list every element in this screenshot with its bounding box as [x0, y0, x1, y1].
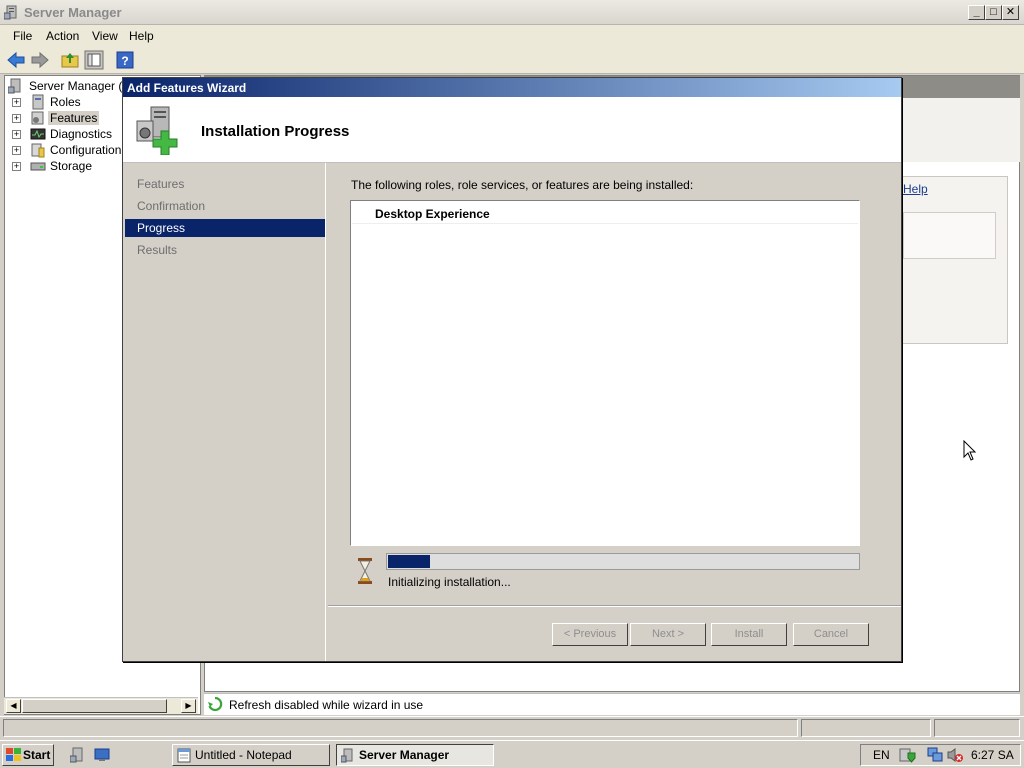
mouse-cursor-icon	[963, 440, 977, 461]
dialog-title[interactable]: Add Features Wizard	[123, 78, 901, 97]
toolbar: ?	[0, 47, 1024, 74]
configuration-icon	[31, 143, 45, 158]
back-arrow-icon[interactable]	[6, 50, 26, 70]
scroll-left-icon[interactable]: ◀	[6, 699, 21, 713]
maximize-button[interactable]: □	[985, 5, 1002, 20]
tree-item-label: Configuration	[50, 143, 122, 157]
install-progress-bar	[386, 553, 860, 570]
storage-icon	[30, 162, 46, 171]
menu-view[interactable]: View	[92, 29, 118, 43]
hourglass-icon	[358, 558, 372, 584]
nav-item-progress[interactable]: Progress	[125, 219, 325, 237]
wizard-nav: Features Confirmation Progress Results	[123, 163, 326, 661]
menu-bar: File Action View Help	[0, 25, 1024, 47]
server-manager-icon	[341, 748, 353, 763]
start-label: Start	[23, 748, 51, 762]
minimize-button[interactable]: _	[968, 5, 985, 20]
show-hide-tree-icon[interactable]	[84, 50, 104, 70]
close-button[interactable]: ✕	[1002, 5, 1019, 20]
wizard-server-icon	[136, 106, 178, 155]
previous-button[interactable]: < Previous	[552, 623, 628, 646]
tree-root-label: Server Manager (W	[29, 79, 134, 93]
dialog-header: Installation Progress	[123, 97, 901, 163]
windows-logo-icon	[6, 748, 21, 761]
scroll-right-icon[interactable]: ▶	[181, 699, 196, 713]
server-icon	[8, 78, 21, 94]
server-manager-icon	[4, 5, 17, 20]
refresh-status-text: Refresh disabled while wizard in use	[229, 698, 424, 712]
svg-text:?: ?	[121, 54, 128, 68]
help-link[interactable]: Help	[903, 182, 928, 196]
taskbar-item-server-manager[interactable]: Server Manager	[336, 744, 494, 766]
next-button[interactable]: Next >	[630, 623, 706, 646]
menu-action[interactable]: Action	[46, 29, 79, 43]
tree-item-label: Roles	[50, 95, 81, 109]
network-icon[interactable]	[927, 747, 944, 763]
language-indicator[interactable]: EN	[873, 748, 890, 762]
security-shield-icon[interactable]	[899, 747, 916, 763]
features-list[interactable]: Desktop Experience	[350, 200, 860, 546]
taskbar: Start Untitled - Notepad Server Manager …	[0, 740, 1024, 768]
quick-launch-desktop-icon[interactable]	[94, 747, 110, 763]
window-titlebar[interactable]: Server Manager _ □ ✕	[0, 0, 1024, 25]
quick-launch-server-manager-icon[interactable]	[70, 747, 86, 763]
progress-fill	[388, 555, 430, 568]
menu-help[interactable]: Help	[129, 29, 154, 43]
roles-icon	[32, 94, 44, 110]
expand-icon[interactable]: +	[12, 130, 21, 139]
up-folder-icon[interactable]	[60, 50, 80, 70]
help-icon[interactable]: ?	[115, 50, 135, 70]
page-title: Installation Progress	[201, 123, 350, 140]
scroll-thumb[interactable]	[22, 699, 167, 713]
tree-horizontal-scrollbar[interactable]: ◀ ▶	[4, 697, 198, 714]
cancel-button[interactable]: Cancel	[793, 623, 869, 646]
status-cell	[801, 719, 931, 737]
taskbar-item-notepad[interactable]: Untitled - Notepad	[172, 744, 330, 766]
features-icon	[31, 111, 44, 125]
taskbar-item-label: Server Manager	[359, 748, 450, 762]
add-features-wizard-dialog: Add Features Wizard Installation Progres…	[122, 77, 902, 662]
nav-item-features[interactable]: Features	[125, 175, 325, 193]
status-bar	[0, 716, 1024, 738]
expand-icon[interactable]: +	[12, 114, 21, 123]
tree-item-label: Features	[48, 111, 100, 125]
tree-item-label: Diagnostics	[50, 127, 113, 141]
window-title: Server Manager	[24, 5, 122, 20]
install-button[interactable]: Install	[711, 623, 787, 646]
feature-name: Desktop Experience	[375, 207, 490, 221]
install-intro-text: The following roles, role services, or f…	[351, 178, 694, 192]
expand-icon[interactable]: +	[12, 98, 21, 107]
expand-icon[interactable]: +	[12, 146, 21, 155]
status-cell	[3, 719, 798, 737]
forward-arrow-icon[interactable]	[30, 50, 50, 70]
nav-item-confirmation[interactable]: Confirmation	[125, 197, 325, 215]
menu-file[interactable]: File	[13, 29, 32, 43]
list-item: Desktop Experience	[352, 202, 858, 224]
tree-item-label: Storage	[50, 159, 93, 173]
start-button[interactable]: Start	[2, 744, 54, 766]
volume-muted-icon[interactable]	[947, 747, 964, 763]
notepad-icon	[177, 748, 191, 763]
clock[interactable]: 6:27 SA	[971, 748, 1014, 762]
help-panel	[900, 176, 1008, 344]
taskbar-item-label: Untitled - Notepad	[195, 748, 292, 762]
refresh-icon	[208, 696, 223, 712]
refresh-status-bar: Refresh disabled while wizard in use	[204, 693, 1020, 715]
status-cell	[934, 719, 1020, 737]
system-tray: EN 6:27 SA	[860, 744, 1021, 766]
progress-status-text: Initializing installation...	[388, 575, 511, 589]
nav-item-results[interactable]: Results	[125, 241, 325, 259]
help-panel-box	[903, 212, 996, 259]
diagnostics-icon	[30, 128, 46, 140]
expand-icon[interactable]: +	[12, 162, 21, 171]
